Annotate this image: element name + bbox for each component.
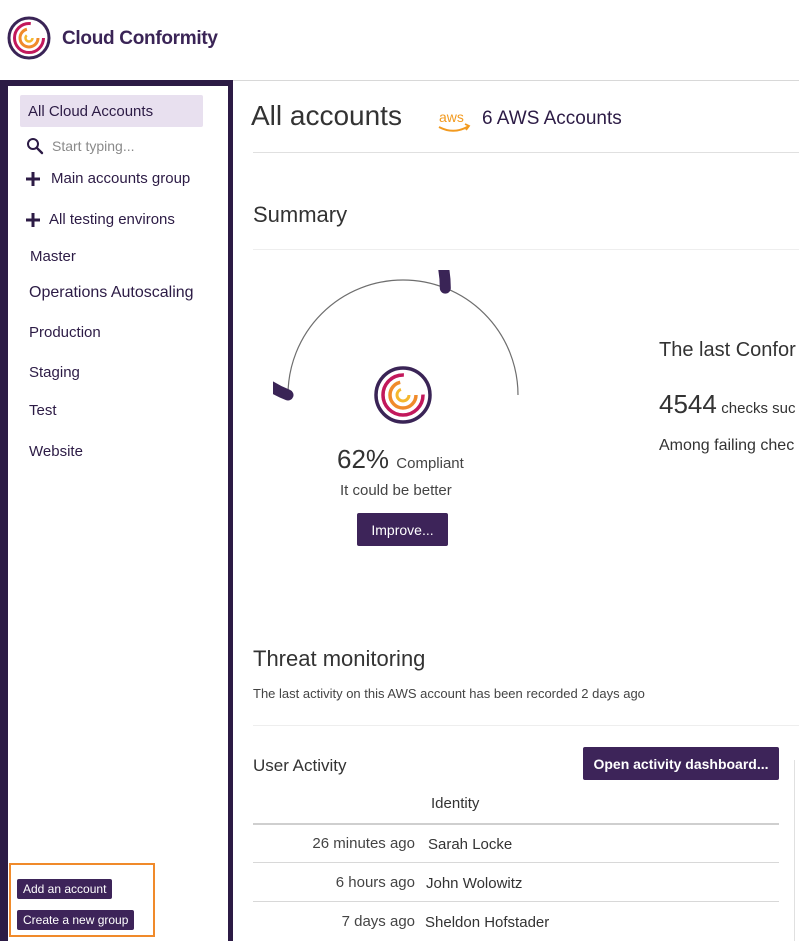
activity-time: 26 minutes ago <box>312 835 415 852</box>
panel-divider <box>794 760 795 941</box>
checks-count: 4544 <box>659 389 717 419</box>
compliance-percent: 62% Compliant <box>337 444 464 475</box>
checks-text: checks suc <box>721 400 796 417</box>
aws-logo-text: aws <box>439 109 464 125</box>
compliance-status: It could be better <box>340 482 452 499</box>
checks-summary: 4544 checks suc <box>659 389 796 420</box>
failing-checks-text: Among failing chec <box>659 437 795 454</box>
activity-identity: Sheldon Hofstader <box>425 914 550 931</box>
sidebar-item-operations-autoscaling[interactable]: Operations Autoscaling <box>29 284 194 302</box>
divider <box>253 152 799 153</box>
search-icon <box>27 138 44 155</box>
table-header-line <box>253 823 779 825</box>
aws-accounts-count[interactable]: 6 AWS Accounts <box>482 108 622 130</box>
open-activity-dashboard-button[interactable]: Open activity dashboard... <box>583 747 779 780</box>
sidebar-item-label: All Cloud Accounts <box>28 103 154 120</box>
sidebar-item-all-cloud-accounts[interactable]: All Cloud Accounts <box>20 95 203 127</box>
divider <box>253 725 799 726</box>
user-activity-title: User Activity <box>253 756 347 775</box>
row-divider <box>253 862 779 863</box>
aws-logo-icon: aws <box>438 109 471 132</box>
main-content: All accounts aws 6 AWS Accounts Summary … <box>233 80 799 941</box>
identity-column-header: Identity <box>431 795 480 812</box>
compliance-label: Compliant <box>396 455 464 472</box>
app-header: Cloud Conformity <box>0 0 799 81</box>
activity-identity: John Wolowitz <box>426 875 523 892</box>
page-title: All accounts <box>251 100 402 131</box>
create-group-button[interactable]: Create a new group <box>17 910 135 930</box>
sidebar-group-main[interactable]: Main accounts group <box>26 170 216 190</box>
brand-name: Cloud Conformity <box>62 28 218 49</box>
sidebar-group-label: Main accounts group <box>51 170 191 187</box>
sidebar-item-staging[interactable]: Staging <box>29 364 80 381</box>
sidebar-item-test[interactable]: Test <box>29 402 57 419</box>
sidebar-group-label: All testing environs <box>49 211 175 228</box>
last-conformity-text: The last Confor <box>659 339 796 361</box>
divider <box>253 249 799 250</box>
activity-time: 6 hours ago <box>335 874 415 891</box>
search-input[interactable] <box>52 137 212 155</box>
compliance-percent-value: 62% <box>337 444 390 474</box>
sidebar-actions-highlight: Add an account Create a new group <box>9 863 155 937</box>
sidebar-item-website[interactable]: Website <box>29 443 83 460</box>
sidebar-item-master[interactable]: Master <box>30 248 76 265</box>
row-divider <box>253 901 779 902</box>
sidebar-group-testing[interactable]: All testing environs <box>26 211 216 231</box>
cloud-conformity-logo-icon <box>374 366 432 424</box>
last-activity-text: The last activity on this AWS account ha… <box>253 686 645 701</box>
add-account-button[interactable]: Add an account <box>17 879 113 899</box>
sidebar-item-production[interactable]: Production <box>29 324 101 341</box>
activity-time: 7 days ago <box>341 913 415 930</box>
summary-title: Summary <box>253 202 348 227</box>
sidebar: All Cloud Accounts Main accounts group A… <box>8 86 228 941</box>
threat-monitoring-title: Threat monitoring <box>253 646 426 671</box>
improve-button[interactable]: Improve... <box>357 513 448 546</box>
plus-icon <box>26 213 40 227</box>
account-search <box>26 137 216 157</box>
plus-icon <box>26 172 40 186</box>
activity-identity: Sarah Locke <box>428 836 513 853</box>
cloud-conformity-logo-icon[interactable] <box>7 16 51 60</box>
